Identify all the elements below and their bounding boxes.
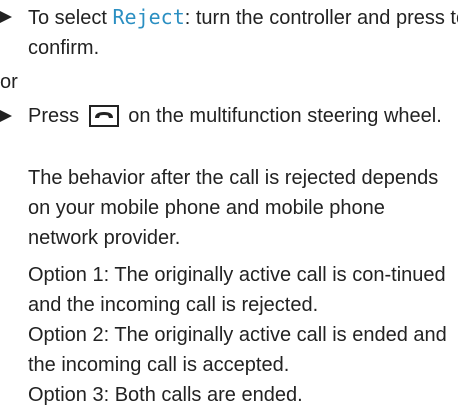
option-1-text: Option 1: The originally active call is …	[28, 264, 446, 316]
instruction-step-select-reject: To select Reject: turn the controller an…	[0, 2, 458, 63]
instruction-step-press-button: Press on the multifunction steering whee…	[0, 101, 458, 131]
phone-hangup-icon	[88, 105, 119, 127]
option-3-text: Option 3: Both calls are ended.	[28, 384, 303, 406]
step-text-prefix: To select	[28, 7, 113, 29]
document-page: To select Reject: turn the controller an…	[0, 0, 458, 407]
behavior-note: The behavior after the call is rejected …	[28, 167, 439, 249]
bullet-arrow-icon	[0, 11, 12, 23]
step-text-suffix: on the multifunction steering wheel.	[122, 105, 442, 127]
step-text-prefix: Press	[28, 105, 85, 127]
reject-menu-item-text: Reject	[112, 5, 185, 29]
bullet-arrow-icon	[0, 110, 12, 122]
option-2-text: Option 2: The originally active call is …	[28, 324, 447, 376]
or-separator: or	[0, 71, 18, 93]
